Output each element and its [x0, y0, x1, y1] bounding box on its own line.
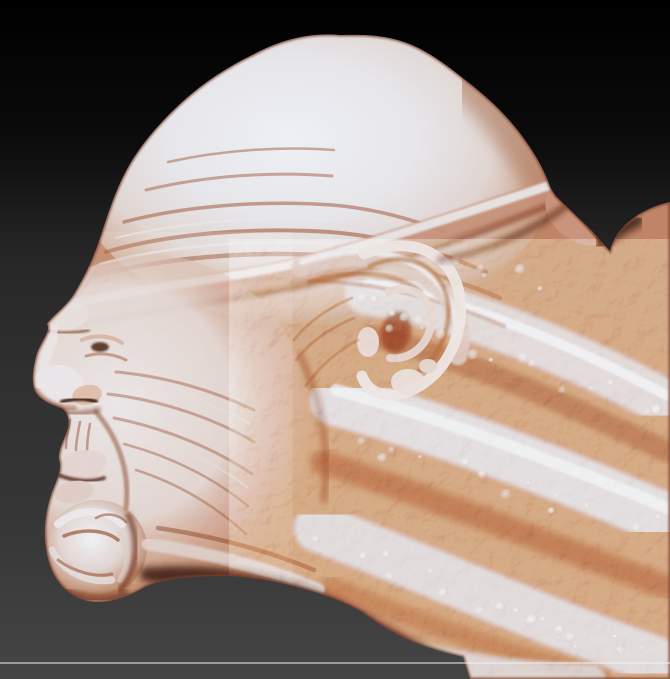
clay-noise-neck: [250, 260, 670, 679]
sculpt-viewport[interactable]: [0, 0, 670, 679]
sculpt-model: [32, 34, 670, 679]
sculpture: [32, 34, 670, 679]
